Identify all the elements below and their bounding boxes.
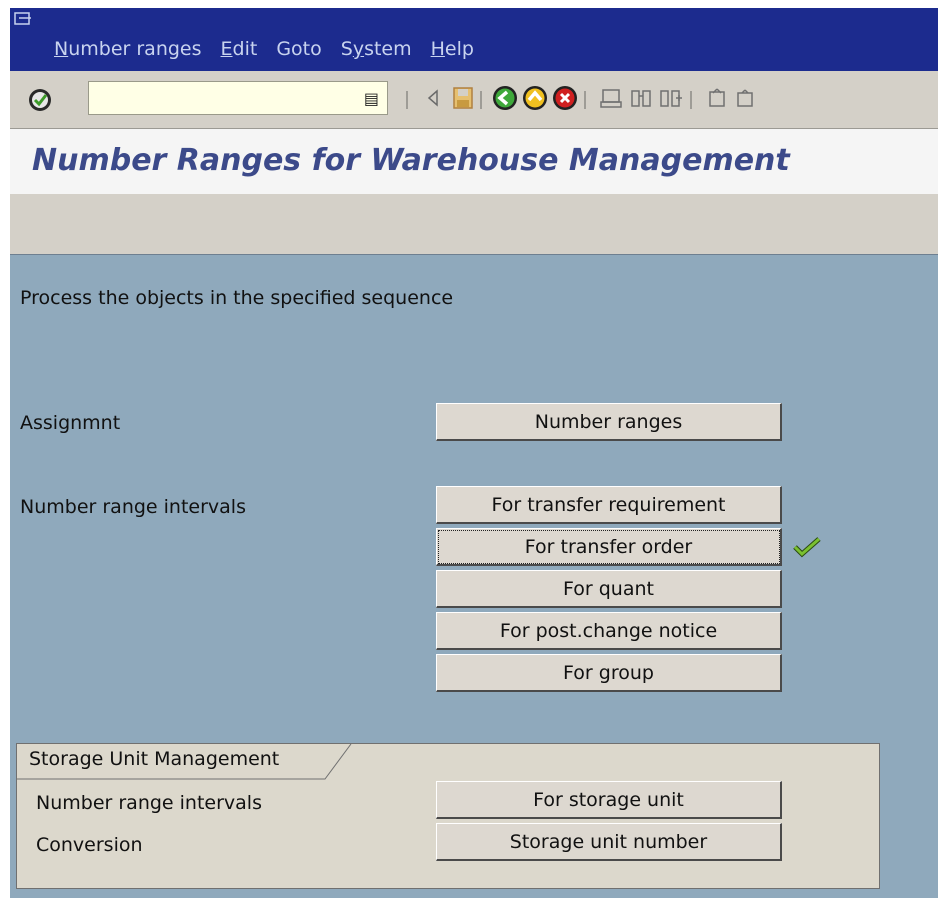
storage-intervals-label: Number range intervals [36, 792, 262, 814]
storage-unit-button[interactable]: For storage unit [436, 781, 782, 819]
menu-bar: Number ranges Edit Goto System Help [10, 8, 938, 71]
quant-button[interactable]: For quant [436, 570, 782, 608]
menu-item-edit[interactable]: Edit [221, 38, 269, 60]
menu-label: System [340, 38, 412, 60]
exit-icon [523, 86, 547, 110]
back-icon [493, 86, 517, 110]
command-field[interactable]: ▤ [88, 81, 388, 115]
transfer-order-button[interactable]: For transfer order [436, 528, 782, 566]
cancel-button[interactable] [552, 85, 578, 111]
toolbar-separator [480, 91, 482, 109]
exit-button[interactable] [522, 85, 548, 111]
print-button[interactable] [598, 85, 624, 111]
previous-page-button[interactable] [732, 85, 758, 111]
title-bar: Number Ranges for Warehouse Management [10, 129, 938, 195]
first-page-button[interactable] [704, 85, 730, 111]
transfer-requirement-button[interactable]: For transfer requirement [436, 486, 782, 524]
menu-label: Number ranges [54, 38, 202, 60]
toolbar-separator [690, 91, 692, 109]
menu-label: Edit [220, 38, 258, 60]
back-arrow-button[interactable] [420, 85, 446, 111]
storage-unit-frame: Storage Unit Management Number range int… [16, 743, 880, 889]
number-ranges-button[interactable]: Number ranges [436, 403, 782, 441]
previous-page-icon [737, 89, 753, 107]
enter-button[interactable] [23, 85, 57, 115]
sap-window: Number ranges Edit Goto System Help ▤ Nu… [10, 8, 938, 898]
print-icon [600, 89, 622, 108]
find-next-button[interactable] [658, 85, 684, 111]
instruction-text: Process the objects in the specified seq… [20, 287, 454, 309]
intervals-label: Number range intervals [20, 496, 246, 518]
standard-toolbar: ▤ [10, 71, 938, 129]
menu-item-help[interactable]: Help [431, 38, 485, 60]
checkmark-icon [793, 537, 821, 558]
group-button[interactable]: For group [436, 654, 782, 692]
save-icon [453, 87, 473, 109]
cancel-icon [553, 86, 577, 110]
first-page-icon [709, 88, 725, 107]
find-icon [631, 90, 651, 107]
frame-title: Storage Unit Management [29, 748, 280, 770]
menu-label: Help [430, 38, 474, 60]
menu-item-system[interactable]: System [341, 38, 423, 60]
menu-label: Goto [276, 38, 322, 60]
conversion-label: Conversion [36, 834, 143, 856]
enter-icon [29, 89, 51, 111]
save-button[interactable] [450, 85, 476, 111]
find-button[interactable] [628, 85, 654, 111]
history-dropdown-icon[interactable]: ▤ [364, 89, 379, 108]
command-input[interactable] [89, 82, 357, 114]
application-toolbar [10, 194, 938, 255]
menu-item-number-ranges[interactable]: Number ranges [54, 38, 213, 60]
back-button[interactable] [492, 85, 518, 111]
storage-unit-number-button[interactable]: Storage unit number [436, 823, 782, 861]
post-change-notice-button[interactable]: For post.change notice [436, 612, 782, 650]
left-triangle-icon [427, 89, 438, 107]
toolbar-separator [584, 91, 586, 109]
menu-item-goto[interactable]: Goto [276, 38, 332, 60]
find-next-icon [660, 90, 682, 107]
assignment-label: Assignmnt [20, 412, 121, 434]
page-title: Number Ranges for Warehouse Management [32, 143, 790, 178]
toolbar-separator [406, 91, 408, 109]
system-menu-icon[interactable] [14, 12, 32, 26]
